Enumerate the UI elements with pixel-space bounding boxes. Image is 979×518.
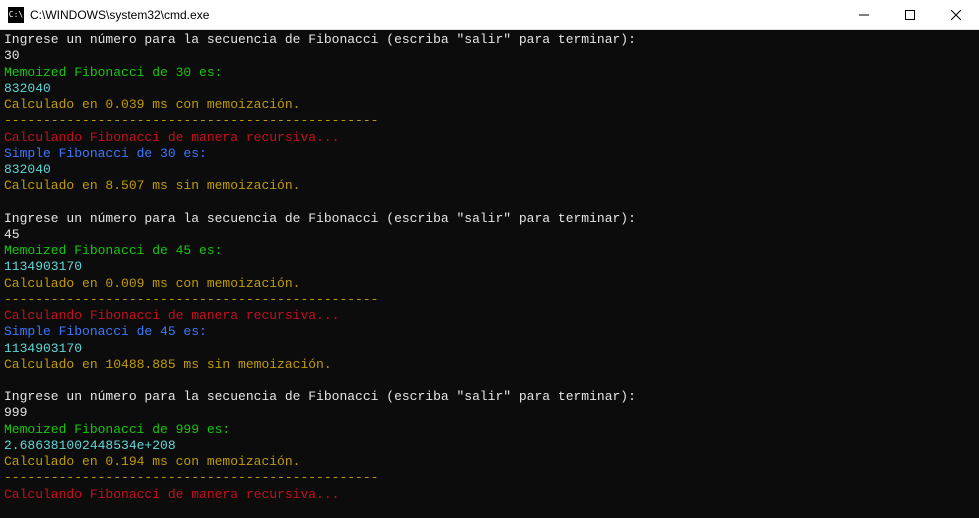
terminal-line: 832040 <box>4 162 975 178</box>
terminal-line: 999 <box>4 405 975 421</box>
close-icon <box>951 10 961 20</box>
terminal-line <box>4 373 975 389</box>
terminal-line: ----------------------------------------… <box>4 113 975 129</box>
terminal-line: Simple Fibonacci de 45 es: <box>4 324 975 340</box>
terminal-line: Ingrese un número para la secuencia de F… <box>4 32 975 48</box>
terminal-line: ----------------------------------------… <box>4 470 975 486</box>
terminal-line: 2.686381002448534e+208 <box>4 438 975 454</box>
close-button[interactable] <box>933 0 979 29</box>
terminal-line: Calculado en 0.039 ms con memoización. <box>4 97 975 113</box>
terminal-line: Simple Fibonacci de 30 es: <box>4 146 975 162</box>
terminal-line: 1134903170 <box>4 259 975 275</box>
terminal-line: Calculando Fibonacci de manera recursiva… <box>4 487 975 503</box>
minimize-button[interactable] <box>841 0 887 29</box>
terminal-line: Calculado en 8.507 ms sin memoización. <box>4 178 975 194</box>
terminal-line: Calculado en 0.194 ms con memoización. <box>4 454 975 470</box>
terminal-line: Ingrese un número para la secuencia de F… <box>4 211 975 227</box>
terminal-line: 1134903170 <box>4 341 975 357</box>
terminal-line: Calculado en 10488.885 ms sin memoizació… <box>4 357 975 373</box>
window-title: C:\WINDOWS\system32\cmd.exe <box>30 8 841 22</box>
maximize-icon <box>905 10 915 20</box>
terminal-line: ----------------------------------------… <box>4 292 975 308</box>
titlebar[interactable]: C:\ C:\WINDOWS\system32\cmd.exe <box>0 0 979 30</box>
terminal-line: 30 <box>4 48 975 64</box>
terminal-line: Memoized Fibonacci de 999 es: <box>4 422 975 438</box>
maximize-button[interactable] <box>887 0 933 29</box>
terminal-line: Calculando Fibonacci de manera recursiva… <box>4 308 975 324</box>
terminal-output[interactable]: Ingrese un número para la secuencia de F… <box>0 30 979 518</box>
window-controls <box>841 0 979 29</box>
cmd-window: C:\ C:\WINDOWS\system32\cmd.exe Ingrese … <box>0 0 979 518</box>
terminal-line: Memoized Fibonacci de 30 es: <box>4 65 975 81</box>
terminal-line: 45 <box>4 227 975 243</box>
terminal-line <box>4 195 975 211</box>
terminal-line: Memoized Fibonacci de 45 es: <box>4 243 975 259</box>
minimize-icon <box>859 10 869 20</box>
terminal-line: Ingrese un número para la secuencia de F… <box>4 389 975 405</box>
terminal-line: 832040 <box>4 81 975 97</box>
terminal-line: Calculado en 0.009 ms con memoización. <box>4 276 975 292</box>
terminal-line: Calculando Fibonacci de manera recursiva… <box>4 130 975 146</box>
cmd-icon: C:\ <box>8 7 24 23</box>
cmd-icon-glyph: C:\ <box>9 11 23 19</box>
